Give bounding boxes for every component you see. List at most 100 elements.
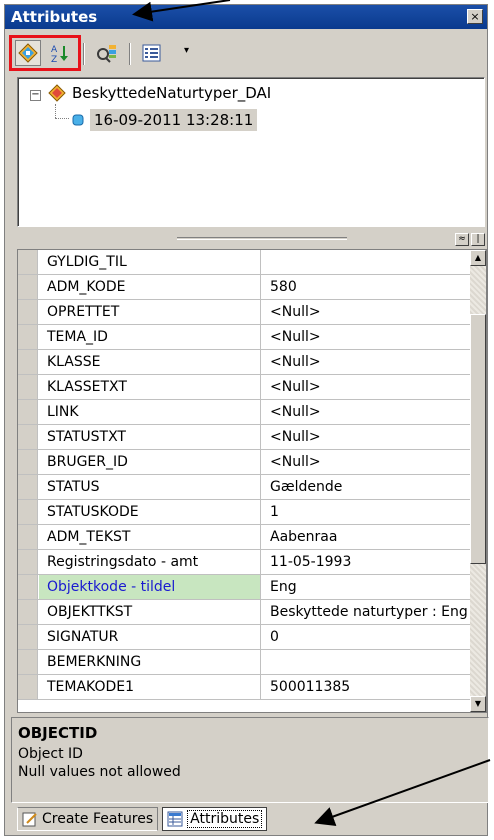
scroll-thumb[interactable] [470, 314, 486, 564]
field-value[interactable]: Eng [262, 575, 472, 599]
options-list-icon [142, 44, 161, 62]
tree-connector [55, 104, 56, 118]
attribute-row[interactable]: Objektkode - tildel Eng [18, 575, 472, 600]
feature-record-icon [72, 114, 84, 126]
field-value[interactable]: 580 [262, 275, 472, 299]
row-gutter [18, 300, 38, 324]
field-value[interactable]: <Null> [262, 375, 472, 399]
attribute-row[interactable]: LINK <Null> [18, 400, 472, 425]
field-value[interactable]: 0 [262, 625, 472, 649]
field-name: SIGNATUR [39, 625, 261, 649]
attribute-row[interactable]: GYLDIG_TIL [18, 250, 472, 275]
row-gutter [18, 275, 38, 299]
field-value[interactable] [262, 250, 472, 274]
field-name: STATUSTXT [39, 425, 261, 449]
field-value[interactable]: Gældende [262, 475, 472, 499]
window-title: Attributes [11, 8, 98, 26]
attribute-row[interactable]: TEMAKODE1 500011385 [18, 675, 472, 700]
attribute-grid: GYLDIG_TIL ADM_KODE 580 OPRETTET <Null> TEMA_… [17, 249, 487, 713]
field-name: STATUS [39, 475, 261, 499]
attribute-row[interactable]: Registringsdato - amt 11-05-1993 [18, 550, 472, 575]
list-by-layer-icon [18, 43, 38, 63]
attribute-row[interactable]: STATUSTXT <Null> [18, 425, 472, 450]
attributes-tab-icon [167, 811, 183, 827]
list-by-layer-button[interactable] [15, 40, 41, 66]
field-value[interactable]: 11-05-1993 [262, 550, 472, 574]
field-value[interactable]: Beskyttede naturtyper : Eng [262, 600, 472, 624]
attribute-row[interactable]: KLASSETXT <Null> [18, 375, 472, 400]
field-value[interactable]: <Null> [262, 400, 472, 424]
row-gutter [18, 525, 38, 549]
field-value[interactable]: <Null> [262, 325, 472, 349]
attribute-row[interactable]: OBJEKTTKST Beskyttede naturtyper : Eng [18, 600, 472, 625]
toolbar-separator [129, 43, 131, 65]
pane-splitter[interactable]: ≈ | [17, 233, 485, 247]
attribute-row[interactable]: TEMA_ID <Null> [18, 325, 472, 350]
svg-text:Z: Z [51, 55, 57, 63]
sort-categorized-icon[interactable]: ≈ [455, 233, 469, 246]
row-gutter [18, 425, 38, 449]
field-name: KLASSE [39, 350, 261, 374]
tab-attributes-label: Attributes [187, 810, 263, 828]
tab-attributes[interactable]: Attributes [162, 807, 268, 831]
field-value[interactable]: 500011385 [262, 675, 472, 699]
row-gutter [18, 575, 38, 599]
attribute-row[interactable]: ADM_KODE 580 [18, 275, 472, 300]
scroll-up-icon[interactable]: ▲ [470, 250, 486, 266]
tab-create-features-label: Create Features [42, 811, 154, 827]
field-name: TEMAKODE1 [39, 675, 261, 699]
row-gutter [18, 675, 38, 699]
description-pane-icon[interactable]: | [471, 233, 485, 246]
sort-az-button[interactable]: A Z [47, 40, 73, 66]
splitter-grip[interactable] [177, 237, 347, 240]
field-value[interactable]: <Null> [262, 425, 472, 449]
row-gutter [18, 450, 38, 474]
toolbar: A Z ▾ [5, 31, 487, 75]
attribute-row[interactable]: ADM_TEKST Aabenraa [18, 525, 472, 550]
field-value[interactable]: <Null> [262, 300, 472, 324]
vertical-scrollbar[interactable]: ▲ ▼ [470, 250, 486, 712]
feature-tree: − BeskyttedeNaturtyper_DAI 16-09-2011 13… [17, 77, 485, 227]
field-value[interactable]: Aabenraa [262, 525, 472, 549]
attribute-row[interactable]: BRUGER_ID <Null> [18, 450, 472, 475]
close-button[interactable]: × [467, 9, 483, 24]
field-description-title: OBJECTID [18, 724, 98, 742]
field-name: ADM_KODE [39, 275, 261, 299]
field-value[interactable] [262, 650, 472, 674]
row-gutter [18, 325, 38, 349]
scroll-down-icon[interactable]: ▼ [470, 696, 486, 712]
attribute-row[interactable]: OPRETTET <Null> [18, 300, 472, 325]
create-features-icon [22, 812, 37, 827]
tree-connector [55, 118, 69, 119]
field-value[interactable]: <Null> [262, 450, 472, 474]
field-description-pane: OBJECTID Object ID Null values not allow… [11, 717, 489, 803]
toolbar-separator [83, 43, 85, 65]
sort-az-icon: A Z [51, 45, 68, 63]
attributes-window: Attributes × A Z ▾ − BeskyttedeNaturtype… [4, 4, 489, 836]
tab-create-features[interactable]: Create Features [17, 807, 159, 831]
bottom-tabs: Create Features Attributes [17, 807, 268, 833]
options-list-button[interactable] [139, 40, 165, 66]
row-gutter [18, 625, 38, 649]
field-description-alias: Object ID [18, 746, 83, 762]
field-name: Registringsdato - amt [39, 550, 261, 574]
row-gutter [18, 250, 38, 274]
field-value[interactable]: <Null> [262, 350, 472, 374]
field-name: BRUGER_ID [39, 450, 261, 474]
field-value[interactable]: 1 [262, 500, 472, 524]
field-description-nullable: Null values not allowed [18, 764, 181, 780]
tree-layer-node[interactable]: BeskyttedeNaturtyper_DAI [48, 84, 271, 102]
identify-button[interactable] [93, 40, 119, 66]
attribute-row[interactable]: STATUS Gældende [18, 475, 472, 500]
row-gutter [18, 475, 38, 499]
title-bar[interactable]: Attributes × [5, 5, 487, 29]
options-dropdown-arrow-icon[interactable]: ▾ [184, 45, 189, 56]
tree-feature-node[interactable]: 16-09-2011 13:28:11 [72, 109, 258, 131]
collapse-expander-icon[interactable]: − [30, 90, 41, 101]
attribute-row[interactable]: KLASSE <Null> [18, 350, 472, 375]
attribute-row[interactable]: SIGNATUR 0 [18, 625, 472, 650]
layer-icon [48, 84, 66, 102]
attribute-row[interactable]: BEMERKNING [18, 650, 472, 675]
attribute-row[interactable]: STATUSKODE 1 [18, 500, 472, 525]
field-name: TEMA_ID [39, 325, 261, 349]
